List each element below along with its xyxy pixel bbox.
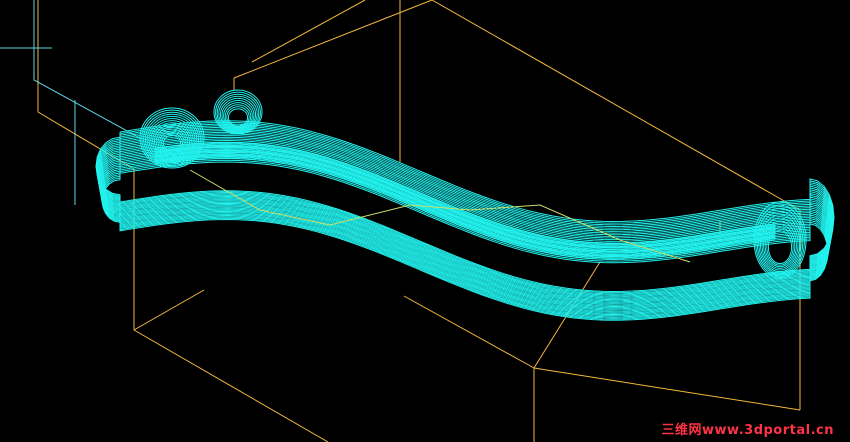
toolpath-scene <box>0 0 835 442</box>
watermark-logo: 三维网www.3dportal.cn <box>661 423 834 438</box>
cam-3d-viewport[interactable]: 三维网www.3dportal.cn <box>0 0 850 442</box>
stock-edge <box>133 289 205 331</box>
helix-entry-ring <box>227 108 249 127</box>
stock-edge <box>533 367 801 411</box>
stock-edge <box>133 329 329 442</box>
tool-axis-lines <box>0 0 141 205</box>
tool-axis-line <box>33 0 141 139</box>
stock-edge <box>431 0 801 211</box>
stock-edge <box>403 295 535 369</box>
stock-edge <box>233 0 433 79</box>
toolpath-passes <box>95 89 835 321</box>
helix-entry-ring <box>767 230 793 265</box>
stock-edge <box>251 0 366 63</box>
